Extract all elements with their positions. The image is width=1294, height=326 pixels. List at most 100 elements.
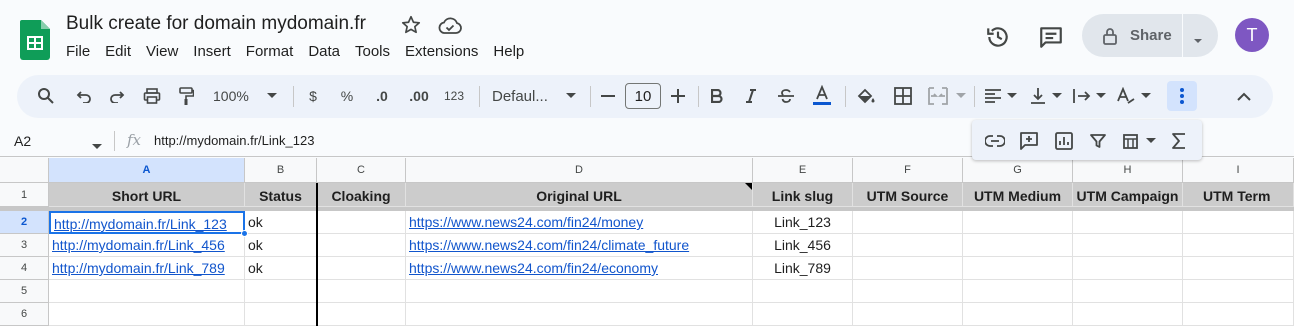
cell-empty[interactable] <box>963 211 1073 234</box>
search-menus-icon[interactable] <box>35 85 57 107</box>
insert-chart-icon[interactable] <box>1053 130 1075 152</box>
cell-empty[interactable] <box>1073 303 1183 326</box>
menu-view[interactable]: View <box>146 43 178 60</box>
formula-input[interactable]: http://mydomain.fr/Link_123 <box>154 133 314 148</box>
fill-handle[interactable] <box>241 230 248 237</box>
menu-data[interactable]: Data <box>308 43 340 60</box>
row-header-5[interactable]: 5 <box>0 280 49 303</box>
header-cloaking[interactable]: Cloaking <box>317 183 406 207</box>
column-header-f[interactable]: F <box>853 158 963 183</box>
cell-empty[interactable] <box>317 303 406 326</box>
insert-link-icon[interactable] <box>984 130 1006 152</box>
cell-empty[interactable] <box>1073 234 1183 257</box>
cell-short-url[interactable]: http://mydomain.fr/Link_789 <box>49 257 245 280</box>
header-utm-source[interactable]: UTM Source <box>853 183 963 207</box>
menu-insert[interactable]: Insert <box>193 43 231 60</box>
cell-empty[interactable] <box>1183 211 1294 234</box>
cell-empty[interactable] <box>406 303 753 326</box>
cell-empty[interactable] <box>49 280 245 303</box>
menu-format[interactable]: Format <box>246 43 294 60</box>
increase-font-size-icon[interactable] <box>669 85 687 107</box>
font-size-input[interactable]: 10 <box>625 83 661 109</box>
header-link-slug[interactable]: Link slug <box>753 183 853 207</box>
cell-original-url[interactable]: https://www.news24.com/fin24/economy <box>406 257 753 280</box>
column-header-d[interactable]: D <box>406 158 753 183</box>
menu-file[interactable]: File <box>66 43 90 60</box>
header-short-url[interactable]: Short URL <box>49 183 245 207</box>
column-header-e[interactable]: E <box>753 158 853 183</box>
cell-empty[interactable] <box>853 257 963 280</box>
header-utm-term[interactable]: UTM Term <box>1183 183 1294 207</box>
valign-dropdown-icon[interactable] <box>1051 85 1063 107</box>
redo-icon[interactable] <box>106 85 128 107</box>
row-header-2[interactable]: 2 <box>0 211 49 234</box>
name-box-dropdown-icon[interactable] <box>92 137 102 155</box>
cell-original-url[interactable]: https://www.news24.com/fin24/money <box>406 211 753 234</box>
header-utm-medium[interactable]: UTM Medium <box>963 183 1073 207</box>
print-icon[interactable] <box>141 85 163 107</box>
star-icon[interactable] <box>400 14 422 36</box>
merge-dropdown-icon[interactable] <box>955 85 967 107</box>
header-original-url[interactable]: Original URL <box>406 183 753 207</box>
comments-icon[interactable] <box>1038 24 1064 50</box>
cell-link-slug[interactable]: Link_789 <box>753 257 853 280</box>
filter-icon[interactable] <box>1087 130 1109 152</box>
cell-empty[interactable] <box>853 303 963 326</box>
insert-comment-icon[interactable] <box>1018 130 1040 152</box>
filter-views-icon[interactable] <box>1121 130 1143 152</box>
menu-help[interactable]: Help <box>493 43 524 60</box>
font-dropdown-icon[interactable] <box>565 85 577 107</box>
text-wrapping-icon[interactable] <box>1071 85 1093 107</box>
italic-icon[interactable] <box>741 85 761 107</box>
percent-format-button[interactable]: % <box>339 85 355 107</box>
select-all-corner[interactable] <box>0 158 49 183</box>
column-header-b[interactable]: B <box>245 158 317 183</box>
cell-empty[interactable] <box>963 257 1073 280</box>
cloud-saved-icon[interactable] <box>437 15 463 37</box>
cell-empty[interactable] <box>317 280 406 303</box>
cell-cloaking[interactable] <box>317 211 406 234</box>
cell-empty[interactable] <box>1183 280 1294 303</box>
filter-views-dropdown-icon[interactable] <box>1145 130 1157 152</box>
decrease-decimal-button[interactable]: .0 <box>372 85 392 107</box>
cell-status[interactable]: ok <box>245 234 317 257</box>
name-box[interactable]: A2 <box>14 133 31 149</box>
cell-empty[interactable] <box>1183 234 1294 257</box>
fill-color-icon[interactable] <box>855 85 877 107</box>
cell-empty[interactable] <box>753 280 853 303</box>
column-header-h[interactable]: H <box>1073 158 1183 183</box>
paint-format-icon[interactable] <box>175 85 197 107</box>
cell-empty[interactable] <box>853 211 963 234</box>
strikethrough-icon[interactable] <box>775 85 797 107</box>
cell-cloaking[interactable] <box>317 234 406 257</box>
vertical-align-icon[interactable] <box>1027 85 1049 107</box>
cell-empty[interactable] <box>245 303 317 326</box>
row-header-6[interactable]: 6 <box>0 303 49 326</box>
cell-empty[interactable] <box>1183 257 1294 280</box>
cell-empty[interactable] <box>49 303 245 326</box>
document-title[interactable]: Bulk create for domain mydomain.fr <box>66 13 366 35</box>
cell-empty[interactable] <box>963 303 1073 326</box>
text-color-icon[interactable] <box>810 85 834 107</box>
avatar[interactable]: T <box>1235 18 1269 52</box>
row-header-4[interactable]: 4 <box>0 257 49 280</box>
cell-empty[interactable] <box>1073 257 1183 280</box>
cell-empty[interactable] <box>245 280 317 303</box>
frozen-column-divider[interactable] <box>316 183 318 326</box>
cell-empty[interactable] <box>1183 303 1294 326</box>
column-header-i[interactable]: I <box>1183 158 1294 183</box>
currency-format-button[interactable]: $ <box>305 85 321 107</box>
decrease-font-size-icon[interactable] <box>599 85 617 107</box>
cell-empty[interactable] <box>753 303 853 326</box>
halign-dropdown-icon[interactable] <box>1006 85 1018 107</box>
cell-short-url[interactable]: http://mydomain.fr/Link_123 <box>49 211 245 234</box>
text-rotation-icon[interactable] <box>1115 85 1137 107</box>
menu-tools[interactable]: Tools <box>355 43 390 60</box>
more-formats-button[interactable]: 123 <box>441 85 467 107</box>
borders-icon[interactable] <box>892 85 914 107</box>
wrap-dropdown-icon[interactable] <box>1095 85 1107 107</box>
column-header-g[interactable]: G <box>963 158 1073 183</box>
merge-cells-icon[interactable] <box>927 85 949 107</box>
horizontal-align-icon[interactable] <box>982 85 1004 107</box>
cell-status[interactable]: ok <box>245 257 317 280</box>
